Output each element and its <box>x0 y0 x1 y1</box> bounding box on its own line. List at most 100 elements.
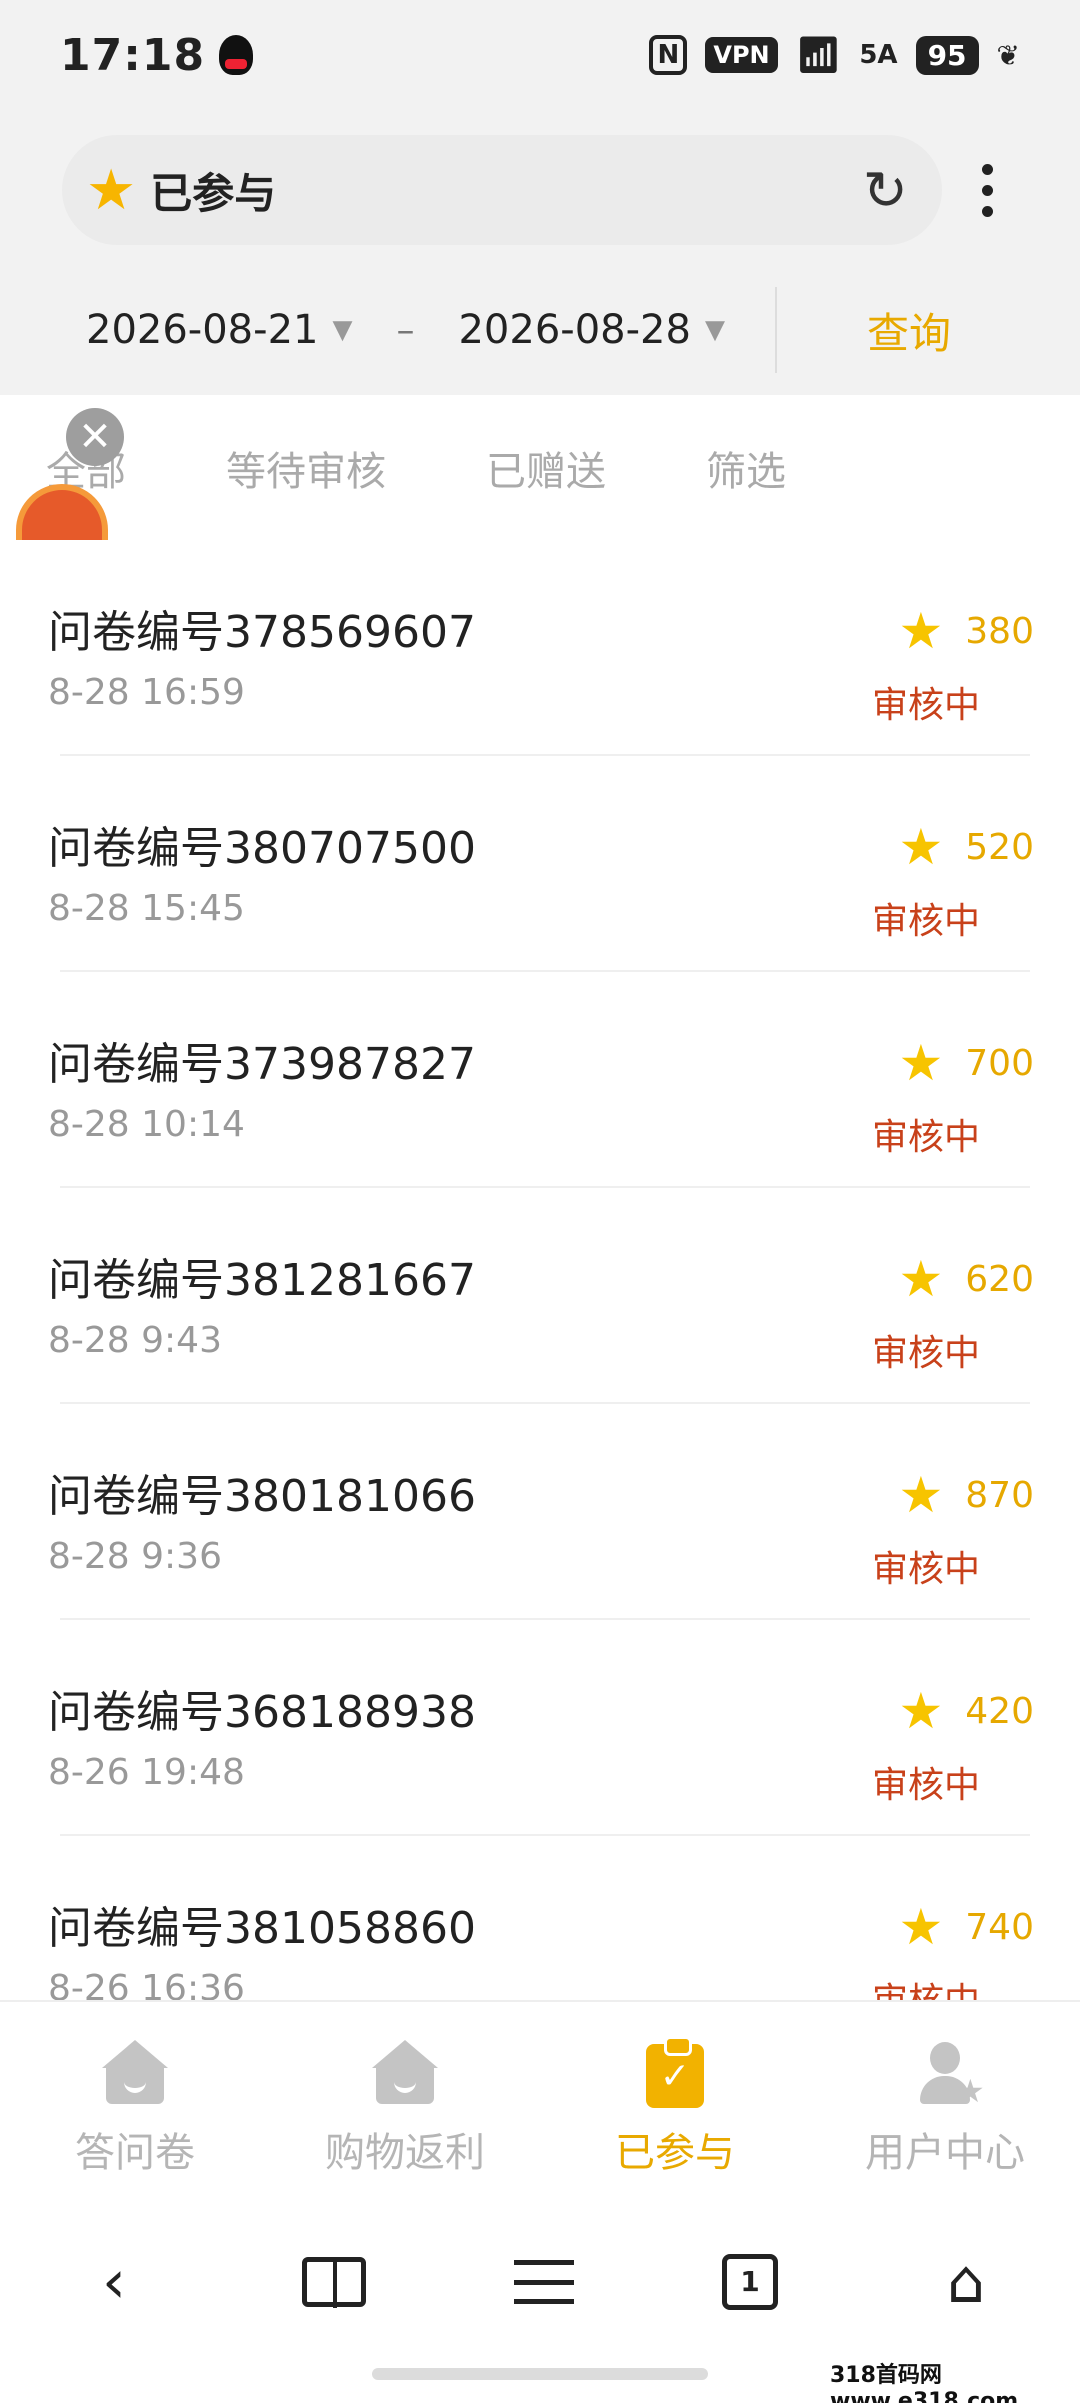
status-badge: 审核中 <box>872 1972 980 2000</box>
status-time: 17:18 <box>60 29 206 81</box>
list-item[interactable]: 问卷编号380181066 8-28 9:36 ★ 870 审核中 <box>0 1404 1080 1620</box>
tab-pending-review[interactable]: 等待审核 <box>226 439 386 497</box>
book-icon[interactable] <box>302 2256 366 2308</box>
star-icon: ★ <box>898 602 944 660</box>
points-value: 740 <box>965 1906 1034 1948</box>
points: ★ 520 <box>898 818 1034 876</box>
back-icon[interactable]: ‹ <box>74 2247 154 2317</box>
end-date-value: 2026-08-28 <box>458 307 691 353</box>
survey-time: 8-28 16:59 <box>48 672 245 713</box>
survey-time: 8-28 9:43 <box>48 1320 222 1361</box>
status-badge: 审核中 <box>871 901 980 942</box>
nav-user-center[interactable]: ★ 用户中心 <box>810 2002 1080 2200</box>
points-value: 520 <box>965 826 1034 868</box>
survey-name: 问卷编号373987827 <box>48 1039 476 1090</box>
status-bar: 17:18 N VPN 📶︎ 5A 95 ❦ <box>0 0 1080 110</box>
points-value: 700 <box>965 1042 1034 1084</box>
nav-participated[interactable]: ✓ 已参与 <box>540 2002 810 2200</box>
list-item[interactable]: 问卷编号381058860 8-26 16:36 ★ 740 审核中 <box>0 1836 1080 2000</box>
survey-time: 8-26 19:48 <box>48 1752 245 1793</box>
status-badge: 审核中 <box>871 1117 980 1158</box>
filter-tabs: 全部 等待审核 已赠送 筛选 <box>0 395 1080 540</box>
date-separator: – <box>396 309 415 351</box>
clipboard-check-icon: ✓ <box>638 2036 712 2108</box>
points-value: 380 <box>965 610 1034 652</box>
status-badge: 审核中 <box>871 1765 980 1806</box>
list-item[interactable]: 问卷编号381281667 8-28 9:43 ★ 620 审核中 <box>0 1188 1080 1404</box>
nav-label: 购物返利 <box>325 2130 485 2176</box>
user-star-icon: ★ <box>908 2040 985 2110</box>
close-icon[interactable]: ✕ <box>66 408 124 466</box>
star-icon: ★ <box>898 1250 944 1308</box>
bottom-nav: 答问卷 购物返利 ✓ 已参与 ★ 用户中心 <box>0 2000 1080 2200</box>
start-date-select[interactable]: 2026-08-21 ▼ <box>86 307 352 353</box>
leaf-icon: ❦ <box>996 38 1020 72</box>
points: ★ 740 <box>898 1898 1034 1956</box>
status-badge: 审核中 <box>871 685 980 726</box>
floating-promo[interactable]: ✕ <box>0 400 130 554</box>
points: ★ 700 <box>898 1034 1034 1092</box>
cell-signal-icon: 5A <box>859 40 898 70</box>
list-item[interactable]: 问卷编号368188938 8-26 19:48 ★ 420 审核中 <box>0 1620 1080 1836</box>
survey-name: 问卷编号381281667 <box>48 1255 476 1306</box>
nav-label: 已参与 <box>615 2130 735 2176</box>
survey-name: 问卷编号380181066 <box>48 1471 476 1522</box>
more-menu-icon[interactable] <box>982 163 993 217</box>
star-icon: ★ <box>898 1466 944 1524</box>
divider <box>774 287 777 373</box>
points: ★ 620 <box>898 1250 1034 1308</box>
page-title: 已参与 <box>150 168 277 218</box>
survey-time: 8-26 16:36 <box>48 1968 245 2000</box>
points: ★ 870 <box>898 1466 1034 1524</box>
house-smile-icon <box>98 2040 172 2106</box>
survey-name: 问卷编号380707500 <box>48 823 476 874</box>
house-smile-icon <box>368 2040 442 2106</box>
qq-icon <box>219 35 254 75</box>
nav-label: 答问卷 <box>75 2130 195 2176</box>
menu-icon[interactable] <box>514 2259 574 2304</box>
caret-down-icon: ▼ <box>704 315 725 345</box>
star-icon: ★ <box>898 1034 944 1092</box>
survey-list: 问卷编号378569607 8-28 16:59 ★ 380 审核中 问卷编号38… <box>0 540 1080 2000</box>
date-filter-bar: 2026-08-21 ▼ – 2026-08-28 ▼ 查询 <box>0 270 1080 390</box>
nfc-icon: N <box>649 35 688 75</box>
end-date-select[interactable]: 2026-08-28 ▼ <box>458 307 724 353</box>
nav-label: 用户中心 <box>865 2130 1025 2176</box>
status-badge: 审核中 <box>871 1333 980 1374</box>
app-bar: ★ 已参与 ↻ <box>0 120 1080 260</box>
tab-gifted[interactable]: 已赠送 <box>486 439 606 497</box>
survey-name: 问卷编号381058860 <box>48 1903 476 1954</box>
refresh-icon[interactable]: ↻ <box>863 159 908 222</box>
points: ★ 420 <box>898 1682 1034 1740</box>
watermark: 318首码网 www.e318.com <box>830 2363 1080 2403</box>
query-button[interactable]: 查询 <box>867 300 951 361</box>
gesture-handle[interactable] <box>372 2368 708 2380</box>
wifi-icon: 📶︎ <box>795 35 842 76</box>
star-icon: ★ <box>898 1898 944 1956</box>
survey-time: 8-28 15:45 <box>48 888 245 929</box>
status-badge: 审核中 <box>871 1549 980 1590</box>
star-icon: ★ <box>86 157 137 223</box>
status-icons: N VPN 📶︎ 5A 95 ❦ <box>649 34 1020 76</box>
points: ★ 380 <box>898 602 1034 660</box>
caret-down-icon: ▼ <box>332 315 353 345</box>
tab-filter[interactable]: 筛选 <box>706 439 786 497</box>
start-date-value: 2026-08-21 <box>86 307 319 353</box>
star-icon: ★ <box>898 1682 944 1740</box>
list-item[interactable]: 问卷编号378569607 8-28 16:59 ★ 380 审核中 <box>0 540 1080 756</box>
points-value: 620 <box>965 1258 1034 1300</box>
points-value: 420 <box>965 1690 1034 1732</box>
list-item[interactable]: 问卷编号373987827 8-28 10:14 ★ 700 审核中 <box>0 972 1080 1188</box>
nav-answer-survey[interactable]: 答问卷 <box>0 2002 270 2200</box>
points-value: 870 <box>965 1474 1034 1516</box>
vpn-badge: VPN <box>705 37 778 73</box>
survey-time: 8-28 10:14 <box>48 1104 245 1145</box>
battery-icon: 95 <box>915 35 979 75</box>
tabs-count-icon[interactable]: 1 <box>722 2253 778 2310</box>
list-item[interactable]: 问卷编号380707500 8-28 15:45 ★ 520 审核中 <box>0 756 1080 972</box>
survey-time: 8-28 9:36 <box>48 1536 222 1577</box>
survey-name: 问卷编号368188938 <box>48 1687 476 1738</box>
home-icon[interactable]: ⌂ <box>926 2247 1006 2317</box>
title-pill: ★ 已参与 ↻ <box>62 135 942 245</box>
nav-shopping-rebate[interactable]: 购物返利 <box>270 2002 540 2200</box>
